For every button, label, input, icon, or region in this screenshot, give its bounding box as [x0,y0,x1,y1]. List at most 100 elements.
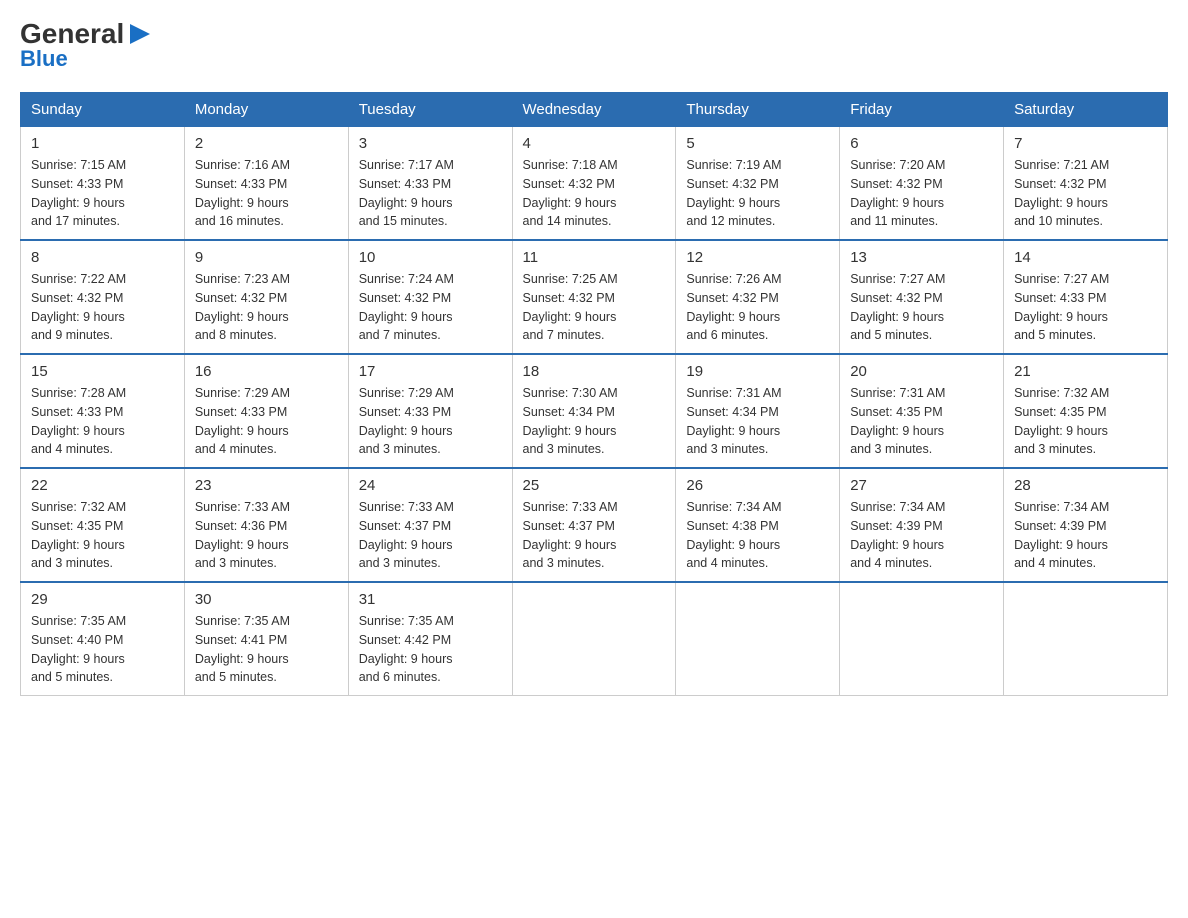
day-info: Sunrise: 7:15 AMSunset: 4:33 PMDaylight:… [31,156,174,231]
day-cell-18: 18 Sunrise: 7:30 AMSunset: 4:34 PMDaylig… [512,354,676,468]
day-number: 27 [850,477,993,494]
day-number: 31 [359,591,502,608]
empty-cell [1004,582,1168,696]
day-cell-16: 16 Sunrise: 7:29 AMSunset: 4:33 PMDaylig… [184,354,348,468]
logo-arrow-icon [126,20,154,48]
day-number: 7 [1014,135,1157,152]
day-info: Sunrise: 7:28 AMSunset: 4:33 PMDaylight:… [31,384,174,459]
logo-blue-text: Blue [20,46,68,72]
day-cell-1: 1 Sunrise: 7:15 AMSunset: 4:33 PMDayligh… [21,127,185,241]
day-number: 29 [31,591,174,608]
day-cell-19: 19 Sunrise: 7:31 AMSunset: 4:34 PMDaylig… [676,354,840,468]
day-info: Sunrise: 7:34 AMSunset: 4:38 PMDaylight:… [686,498,829,573]
day-cell-7: 7 Sunrise: 7:21 AMSunset: 4:32 PMDayligh… [1004,127,1168,241]
calendar-header-row: SundayMondayTuesdayWednesdayThursdayFrid… [21,93,1168,127]
day-number: 12 [686,249,829,266]
header-sunday: Sunday [21,93,185,127]
day-cell-21: 21 Sunrise: 7:32 AMSunset: 4:35 PMDaylig… [1004,354,1168,468]
day-info: Sunrise: 7:31 AMSunset: 4:35 PMDaylight:… [850,384,993,459]
day-cell-25: 25 Sunrise: 7:33 AMSunset: 4:37 PMDaylig… [512,468,676,582]
day-number: 21 [1014,363,1157,380]
day-info: Sunrise: 7:35 AMSunset: 4:41 PMDaylight:… [195,612,338,687]
day-info: Sunrise: 7:32 AMSunset: 4:35 PMDaylight:… [1014,384,1157,459]
day-info: Sunrise: 7:29 AMSunset: 4:33 PMDaylight:… [195,384,338,459]
day-info: Sunrise: 7:32 AMSunset: 4:35 PMDaylight:… [31,498,174,573]
day-cell-24: 24 Sunrise: 7:33 AMSunset: 4:37 PMDaylig… [348,468,512,582]
day-number: 1 [31,135,174,152]
day-info: Sunrise: 7:24 AMSunset: 4:32 PMDaylight:… [359,270,502,345]
day-cell-3: 3 Sunrise: 7:17 AMSunset: 4:33 PMDayligh… [348,127,512,241]
day-info: Sunrise: 7:19 AMSunset: 4:32 PMDaylight:… [686,156,829,231]
header-tuesday: Tuesday [348,93,512,127]
day-number: 16 [195,363,338,380]
day-number: 3 [359,135,502,152]
day-info: Sunrise: 7:18 AMSunset: 4:32 PMDaylight:… [523,156,666,231]
header-saturday: Saturday [1004,93,1168,127]
day-number: 20 [850,363,993,380]
day-cell-22: 22 Sunrise: 7:32 AMSunset: 4:35 PMDaylig… [21,468,185,582]
page-header: General Blue [20,20,1168,72]
day-number: 2 [195,135,338,152]
day-cell-9: 9 Sunrise: 7:23 AMSunset: 4:32 PMDayligh… [184,240,348,354]
day-cell-27: 27 Sunrise: 7:34 AMSunset: 4:39 PMDaylig… [840,468,1004,582]
day-number: 30 [195,591,338,608]
day-cell-2: 2 Sunrise: 7:16 AMSunset: 4:33 PMDayligh… [184,127,348,241]
day-info: Sunrise: 7:21 AMSunset: 4:32 PMDaylight:… [1014,156,1157,231]
day-cell-29: 29 Sunrise: 7:35 AMSunset: 4:40 PMDaylig… [21,582,185,696]
day-number: 19 [686,363,829,380]
day-cell-31: 31 Sunrise: 7:35 AMSunset: 4:42 PMDaylig… [348,582,512,696]
day-info: Sunrise: 7:23 AMSunset: 4:32 PMDaylight:… [195,270,338,345]
header-friday: Friday [840,93,1004,127]
day-cell-17: 17 Sunrise: 7:29 AMSunset: 4:33 PMDaylig… [348,354,512,468]
week-row-2: 8 Sunrise: 7:22 AMSunset: 4:32 PMDayligh… [21,240,1168,354]
day-info: Sunrise: 7:31 AMSunset: 4:34 PMDaylight:… [686,384,829,459]
week-row-4: 22 Sunrise: 7:32 AMSunset: 4:35 PMDaylig… [21,468,1168,582]
day-cell-20: 20 Sunrise: 7:31 AMSunset: 4:35 PMDaylig… [840,354,1004,468]
day-number: 25 [523,477,666,494]
day-number: 15 [31,363,174,380]
day-cell-12: 12 Sunrise: 7:26 AMSunset: 4:32 PMDaylig… [676,240,840,354]
day-info: Sunrise: 7:33 AMSunset: 4:37 PMDaylight:… [359,498,502,573]
day-number: 22 [31,477,174,494]
day-cell-5: 5 Sunrise: 7:19 AMSunset: 4:32 PMDayligh… [676,127,840,241]
day-cell-13: 13 Sunrise: 7:27 AMSunset: 4:32 PMDaylig… [840,240,1004,354]
week-row-3: 15 Sunrise: 7:28 AMSunset: 4:33 PMDaylig… [21,354,1168,468]
day-number: 11 [523,249,666,266]
day-number: 23 [195,477,338,494]
day-cell-15: 15 Sunrise: 7:28 AMSunset: 4:33 PMDaylig… [21,354,185,468]
day-number: 24 [359,477,502,494]
day-cell-10: 10 Sunrise: 7:24 AMSunset: 4:32 PMDaylig… [348,240,512,354]
day-info: Sunrise: 7:16 AMSunset: 4:33 PMDaylight:… [195,156,338,231]
empty-cell [512,582,676,696]
day-cell-11: 11 Sunrise: 7:25 AMSunset: 4:32 PMDaylig… [512,240,676,354]
week-row-5: 29 Sunrise: 7:35 AMSunset: 4:40 PMDaylig… [21,582,1168,696]
day-cell-23: 23 Sunrise: 7:33 AMSunset: 4:36 PMDaylig… [184,468,348,582]
day-number: 8 [31,249,174,266]
day-cell-28: 28 Sunrise: 7:34 AMSunset: 4:39 PMDaylig… [1004,468,1168,582]
header-thursday: Thursday [676,93,840,127]
day-info: Sunrise: 7:33 AMSunset: 4:36 PMDaylight:… [195,498,338,573]
day-number: 17 [359,363,502,380]
day-number: 4 [523,135,666,152]
day-cell-8: 8 Sunrise: 7:22 AMSunset: 4:32 PMDayligh… [21,240,185,354]
day-info: Sunrise: 7:34 AMSunset: 4:39 PMDaylight:… [850,498,993,573]
day-cell-6: 6 Sunrise: 7:20 AMSunset: 4:32 PMDayligh… [840,127,1004,241]
day-info: Sunrise: 7:30 AMSunset: 4:34 PMDaylight:… [523,384,666,459]
day-info: Sunrise: 7:27 AMSunset: 4:32 PMDaylight:… [850,270,993,345]
day-info: Sunrise: 7:29 AMSunset: 4:33 PMDaylight:… [359,384,502,459]
week-row-1: 1 Sunrise: 7:15 AMSunset: 4:33 PMDayligh… [21,127,1168,241]
day-info: Sunrise: 7:26 AMSunset: 4:32 PMDaylight:… [686,270,829,345]
day-info: Sunrise: 7:27 AMSunset: 4:33 PMDaylight:… [1014,270,1157,345]
day-info: Sunrise: 7:35 AMSunset: 4:42 PMDaylight:… [359,612,502,687]
day-number: 6 [850,135,993,152]
logo-general-text: General [20,20,124,48]
day-info: Sunrise: 7:33 AMSunset: 4:37 PMDaylight:… [523,498,666,573]
day-number: 26 [686,477,829,494]
header-monday: Monday [184,93,348,127]
empty-cell [676,582,840,696]
header-wednesday: Wednesday [512,93,676,127]
day-info: Sunrise: 7:20 AMSunset: 4:32 PMDaylight:… [850,156,993,231]
logo: General Blue [20,20,154,72]
day-number: 9 [195,249,338,266]
day-info: Sunrise: 7:35 AMSunset: 4:40 PMDaylight:… [31,612,174,687]
